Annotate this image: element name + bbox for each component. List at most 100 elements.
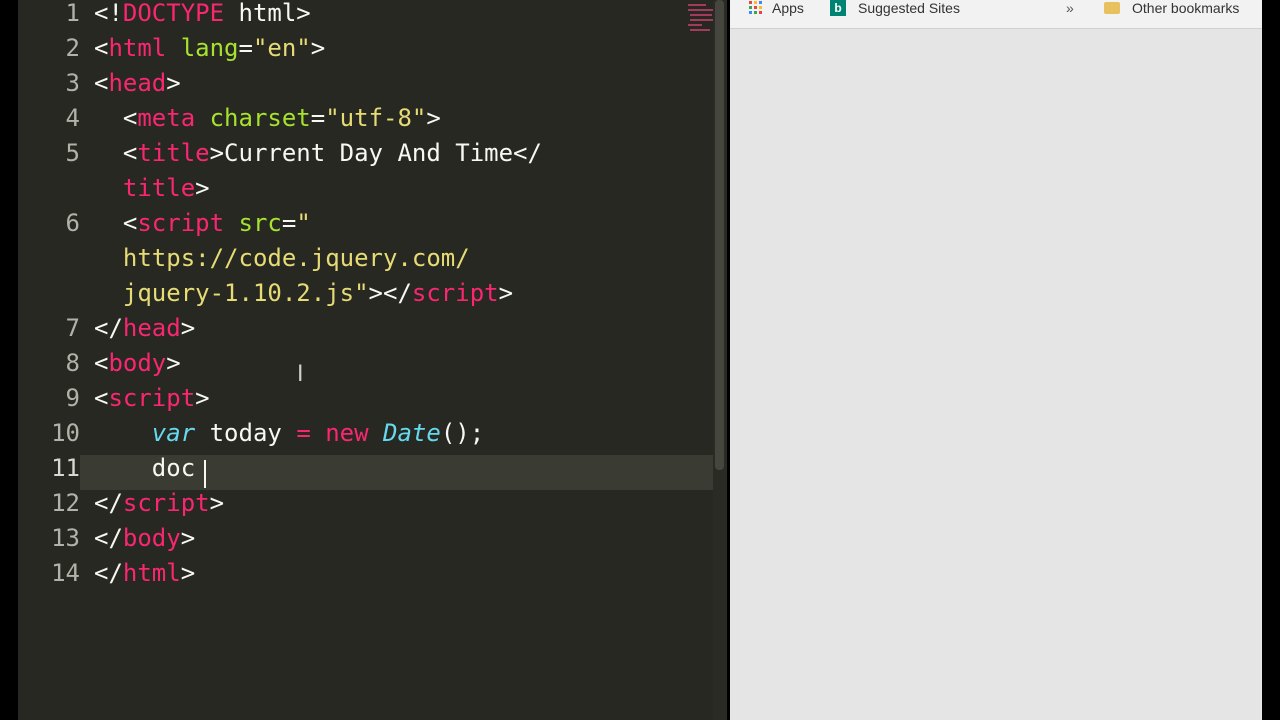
code-token: head <box>108 69 167 97</box>
code-token: script <box>122 489 210 517</box>
line-number <box>18 276 80 311</box>
line-number: 6 <box>65 209 80 237</box>
code-token: html <box>108 34 167 62</box>
code-token: body <box>122 524 181 552</box>
code-editor[interactable]: 1 2 3 4 5 6 7 8 9 10 11 12 13 14 <!DOCTYPE html> <html… <box>18 0 713 720</box>
code-token: script <box>411 279 499 307</box>
code-line[interactable]: <body> <box>94 346 181 381</box>
code-line[interactable]: <script> <box>94 381 210 416</box>
code-line[interactable]: </body> <box>94 521 195 556</box>
code-line[interactable]: https://code.jquery.com/ <box>94 241 470 276</box>
code-line[interactable]: <script src=" <box>94 206 311 241</box>
line-number: 13 <box>51 524 80 552</box>
code-line[interactable]: title> <box>94 171 210 206</box>
code-token: html <box>122 559 181 587</box>
line-number: 9 <box>65 384 80 412</box>
code-token: > <box>166 69 181 97</box>
code-token: lang <box>180 34 239 62</box>
code-line[interactable]: <head> <box>94 66 181 101</box>
bookmark-suggested-sites[interactable]: b Suggested Sites <box>830 0 960 16</box>
code-token: = <box>310 104 326 132</box>
code-token: > <box>180 314 196 342</box>
code-token: Date <box>383 419 441 447</box>
code-token: "utf-8" <box>325 104 427 132</box>
code-area[interactable]: <!DOCTYPE html> <html lang="en"> <head> <m… <box>94 0 694 720</box>
line-number <box>18 241 80 276</box>
bookmarks-bar: Apps b Suggested Sites » Other bookmarks <box>730 0 1262 29</box>
code-token: head <box>122 314 181 342</box>
code-token: jquery-1.10.2.js" <box>94 279 369 307</box>
text-cursor-icon: I <box>297 362 304 387</box>
code-token: >Current Day And Time</ <box>209 139 542 167</box>
line-number: 11 <box>51 454 80 482</box>
editor-scrollbar-thumb[interactable] <box>715 0 724 470</box>
bookmark-apps[interactable]: Apps <box>748 0 804 16</box>
apps-grid-icon <box>748 0 764 16</box>
code-line[interactable]: </script> <box>94 486 224 521</box>
code-line[interactable]: </html> <box>94 556 195 591</box>
line-number: 10 <box>51 419 80 447</box>
code-line[interactable]: var today = new Date(); <box>94 416 484 451</box>
bookmark-suggested-label: Suggested Sites <box>858 0 960 16</box>
code-token: < <box>94 69 109 97</box>
code-token: > <box>166 349 181 377</box>
code-line[interactable]: <!DOCTYPE html> <box>94 0 311 31</box>
code-token: DOCTYPE <box>122 0 225 27</box>
line-number: 1 <box>65 0 80 27</box>
bookmark-other[interactable]: Other bookmarks <box>1104 0 1239 16</box>
code-token: > <box>195 174 210 202</box>
code-token: meta <box>137 104 196 132</box>
code-line[interactable]: <html lang="en"> <box>94 31 325 66</box>
bing-icon: b <box>830 0 846 16</box>
code-token: <! <box>94 0 123 27</box>
code-token: src <box>238 209 282 237</box>
code-token: > <box>195 384 210 412</box>
code-token: " <box>296 209 311 237</box>
bookmarks-overflow-button[interactable]: » <box>1066 0 1074 16</box>
code-token: </ <box>94 489 123 517</box>
code-token: = <box>238 34 253 62</box>
code-token: html> <box>224 0 311 27</box>
code-token: = <box>281 209 297 237</box>
code-token: body <box>108 349 167 377</box>
line-number: 8 <box>65 349 80 377</box>
line-number: 4 <box>65 104 80 132</box>
code-token: today <box>195 419 297 447</box>
code-token: new <box>325 419 369 447</box>
code-token: < <box>94 209 138 237</box>
code-line[interactable]: <title>Current Day And Time</ <box>94 136 542 171</box>
code-token: </ <box>94 524 123 552</box>
code-line[interactable]: </head> <box>94 311 195 346</box>
code-token: </ <box>94 314 123 342</box>
line-number: 12 <box>51 489 80 517</box>
code-token: < <box>94 349 109 377</box>
code-token: script <box>137 209 225 237</box>
line-number-gutter: 1 2 3 4 5 6 7 8 9 10 11 12 13 14 <box>18 0 80 720</box>
line-number: 5 <box>65 139 80 167</box>
code-token: doc <box>94 454 196 482</box>
code-token: https://code.jquery.com/ <box>94 244 470 272</box>
code-token: var <box>151 419 196 447</box>
code-token: "en" <box>252 34 311 62</box>
code-token: < <box>94 384 109 412</box>
code-token: = <box>296 419 311 447</box>
code-line[interactable]: doc <box>94 451 195 486</box>
code-token: </ <box>94 559 123 587</box>
code-token: < <box>94 34 109 62</box>
chevron-right-icon: » <box>1066 0 1074 16</box>
code-token: > <box>180 524 196 552</box>
code-token: < <box>94 139 138 167</box>
text-cursor <box>204 460 206 488</box>
minimap[interactable] <box>686 0 713 38</box>
line-number: 3 <box>65 69 80 97</box>
code-token: title <box>137 139 210 167</box>
line-number: 14 <box>51 559 80 587</box>
code-token: < <box>94 104 138 132</box>
code-line[interactable]: jquery-1.10.2.js"></script> <box>94 276 513 311</box>
code-token: title <box>94 174 196 202</box>
code-line[interactable]: <meta charset="utf-8"> <box>94 101 441 136</box>
browser-window: Apps b Suggested Sites » Other bookmarks <box>730 0 1262 720</box>
